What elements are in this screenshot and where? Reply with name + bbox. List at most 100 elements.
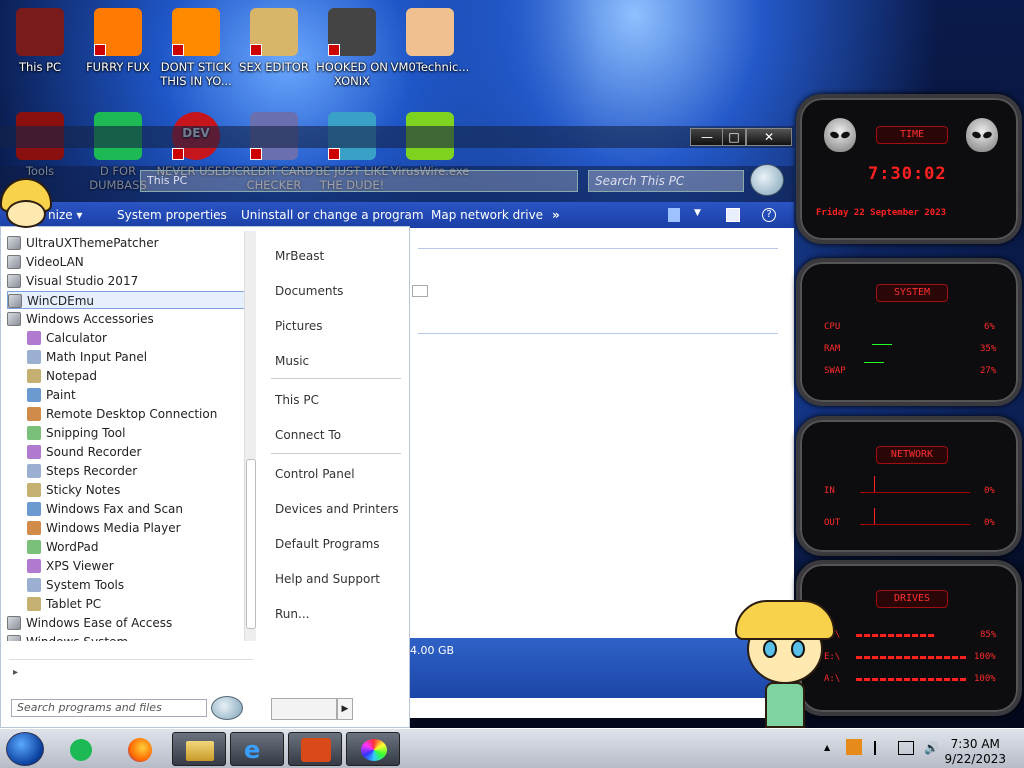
start-right-item[interactable]: Connect To xyxy=(275,428,341,442)
explorer-titlebar[interactable] xyxy=(0,126,794,148)
preview-pane-icon[interactable] xyxy=(726,208,740,222)
program-label: Windows Media Player xyxy=(46,521,181,535)
program-item[interactable]: Snipping Tool xyxy=(27,424,125,442)
program-item[interactable]: Sticky Notes xyxy=(27,481,120,499)
organize-button[interactable]: nize ▾ xyxy=(48,208,82,222)
search-icon[interactable] xyxy=(750,164,784,196)
date-display: Friday 22 September 2023 xyxy=(816,208,947,218)
map-network-drive-button[interactable]: Map network drive xyxy=(431,208,543,222)
start-right-item[interactable]: Default Programs xyxy=(275,537,380,551)
net-out-value: 0% xyxy=(984,518,995,528)
programs-scrollbar[interactable] xyxy=(244,231,256,641)
program-item[interactable]: Remote Desktop Connection xyxy=(27,405,217,423)
explorer-taskbar-button[interactable] xyxy=(172,732,226,766)
desktop-icon[interactable]: HOOKED ON XONIX xyxy=(312,8,392,88)
program-item[interactable]: System Tools xyxy=(27,576,124,594)
more-commands-button[interactable]: » xyxy=(552,208,560,222)
program-label: UltraUXThemePatcher xyxy=(26,236,159,250)
time-gadget[interactable]: TIME 7:30:02 Friday 22 September 2023 xyxy=(796,94,1022,244)
drive-tile[interactable] xyxy=(412,285,428,297)
character-sticker xyxy=(735,600,835,728)
drive-e-bar xyxy=(856,656,966,659)
start-right-item[interactable]: Run... xyxy=(275,607,309,621)
maximize-button[interactable]: □ xyxy=(722,128,746,146)
explorer-toolbar: nize ▾ System properties Uninstall or ch… xyxy=(0,202,794,228)
start-right-item[interactable]: Control Panel xyxy=(275,467,355,481)
network-gadget[interactable]: NETWORK IN 0% OUT 0% xyxy=(796,416,1022,556)
back-button[interactable]: ▸ xyxy=(9,659,253,679)
program-item[interactable]: Tablet PC xyxy=(27,595,101,613)
shortcut-arrow-icon xyxy=(94,44,106,56)
volume-icon[interactable]: 🔊 xyxy=(924,741,940,755)
start-right-pane: ▶ MrBeast Documents Pictures Music This PC Co… xyxy=(259,227,409,727)
program-item[interactable]: Paint xyxy=(27,386,76,404)
program-item[interactable]: Windows Media Player xyxy=(27,519,181,537)
program-item[interactable]: Windows Accessories xyxy=(7,310,154,328)
close-button[interactable]: ✕ xyxy=(746,128,792,146)
program-item[interactable]: WordPad xyxy=(27,538,99,556)
search-input[interactable]: Search This PC xyxy=(588,170,744,192)
program-item[interactable]: Notepad xyxy=(27,367,97,385)
program-item[interactable]: Math Input Panel xyxy=(27,348,147,366)
program-icon xyxy=(27,559,41,573)
net-out-label: OUT xyxy=(824,518,841,528)
shutdown-options-button[interactable]: ▶ xyxy=(337,698,353,720)
flag-icon[interactable] xyxy=(874,741,886,755)
drive-a-bar xyxy=(856,678,966,681)
desktop-icon[interactable]: VM0Technic... xyxy=(390,8,470,74)
show-hidden-icons[interactable]: ▲ xyxy=(824,743,830,752)
shutdown-button[interactable] xyxy=(271,698,337,720)
program-icon xyxy=(27,331,41,345)
start-search-input[interactable]: Search programs and files xyxy=(11,699,207,717)
start-right-item[interactable]: Help and Support xyxy=(275,572,380,586)
program-item[interactable]: Windows Ease of Access xyxy=(7,614,172,632)
minimize-button[interactable]: — xyxy=(690,128,724,146)
spotify-taskbar-button[interactable] xyxy=(58,732,104,766)
program-item[interactable]: Steps Recorder xyxy=(27,462,137,480)
desktop-icon[interactable]: This PC xyxy=(0,8,80,74)
tray-app-icon[interactable] xyxy=(846,739,862,755)
view-dropdown-icon[interactable]: ▼ xyxy=(694,208,701,218)
program-item[interactable]: Visual Studio 2017 xyxy=(7,272,138,290)
clock[interactable]: 7:30 AM 9/22/2023 xyxy=(944,737,1006,767)
program-item[interactable]: Sound Recorder xyxy=(27,443,141,461)
paint-taskbar-button[interactable] xyxy=(346,732,400,766)
uninstall-program-button[interactable]: Uninstall or change a program xyxy=(241,208,424,222)
start-right-item[interactable]: Documents xyxy=(275,284,343,298)
ie-taskbar-button[interactable]: e xyxy=(230,732,284,766)
program-item[interactable]: VideoLAN xyxy=(7,253,84,271)
desktop-icon[interactable]: DONT STICK THIS IN YO... xyxy=(156,8,236,88)
media-taskbar-button[interactable] xyxy=(288,732,342,766)
system-gadget[interactable]: SYSTEM CPU 6% RAM 35% SWAP 27% xyxy=(796,258,1022,406)
start-right-item[interactable]: Music xyxy=(275,354,309,368)
shortcut-arrow-icon xyxy=(328,44,340,56)
desktop-icon[interactable]: SEX EDITOR xyxy=(234,8,314,74)
network-icon[interactable] xyxy=(898,741,914,755)
address-bar[interactable]: This PC xyxy=(140,170,578,192)
program-label: Tablet PC xyxy=(46,597,102,611)
start-button[interactable] xyxy=(6,732,44,766)
folder-icon xyxy=(8,294,22,308)
start-right-item[interactable]: Devices and Printers xyxy=(275,502,399,516)
start-right-item[interactable]: Pictures xyxy=(275,319,323,333)
net-in-value: 0% xyxy=(984,486,995,496)
search-icon[interactable] xyxy=(211,696,243,720)
program-item[interactable]: XPS Viewer xyxy=(27,557,114,575)
firefox-taskbar-button[interactable] xyxy=(114,732,170,766)
program-item[interactable]: Calculator xyxy=(27,329,107,347)
view-options-icon[interactable] xyxy=(668,208,680,222)
program-item[interactable]: UltraUXThemePatcher xyxy=(7,234,159,252)
help-icon[interactable]: ? xyxy=(762,208,776,222)
app-icon xyxy=(172,8,220,56)
start-right-item[interactable]: MrBeast xyxy=(275,249,324,263)
program-item[interactable]: WinCDEmu xyxy=(7,291,245,309)
net-out-spike xyxy=(874,508,875,524)
scroll-thumb[interactable] xyxy=(246,459,256,629)
taskbar: e ▲ 🔊 7:30 AM 9/22/2023 xyxy=(0,728,1024,768)
time-text: 7:30 AM xyxy=(950,737,1000,751)
start-right-item[interactable]: This PC xyxy=(275,393,319,407)
program-item[interactable]: Windows Fax and Scan xyxy=(27,500,183,518)
desktop-icon[interactable]: FURRY FUX xyxy=(78,8,158,74)
program-item[interactable]: Windows System xyxy=(7,633,128,641)
system-properties-button[interactable]: System properties xyxy=(117,208,227,222)
